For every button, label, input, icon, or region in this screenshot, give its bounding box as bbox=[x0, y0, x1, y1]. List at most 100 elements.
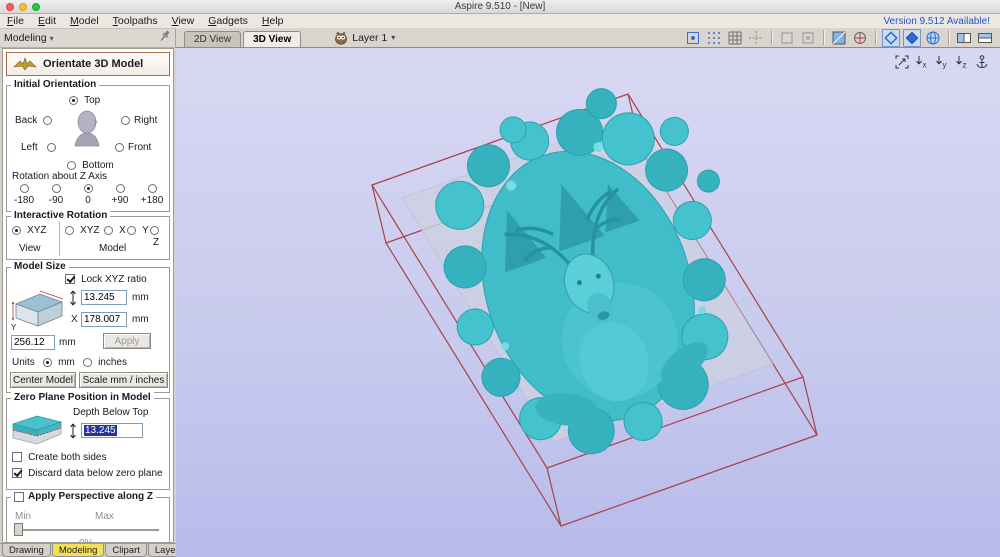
radio-orientation-left[interactable] bbox=[47, 143, 56, 152]
menu-edit[interactable]: Edit bbox=[31, 15, 63, 27]
svg-text:y: y bbox=[943, 61, 947, 70]
layer-selector-label: Layer 1 bbox=[352, 32, 387, 44]
zoom-extents-icon[interactable] bbox=[894, 54, 910, 70]
radio-orientation-front[interactable] bbox=[115, 143, 124, 152]
y-size-input[interactable] bbox=[11, 335, 55, 350]
tile-windows-horizontal-icon[interactable] bbox=[976, 29, 994, 47]
panel-bottom-tabs: Drawing Modeling Clipart Layers bbox=[0, 543, 176, 557]
snap-midpoint-icon[interactable] bbox=[778, 29, 796, 47]
zero-plane-diagram bbox=[10, 411, 64, 449]
tile-windows-vertical-icon[interactable] bbox=[955, 29, 973, 47]
tool-panel-strip: Modeling ▾ bbox=[0, 29, 176, 48]
tab-clipart[interactable]: Clipart bbox=[105, 544, 146, 557]
svg-text:Y: Y bbox=[11, 323, 17, 332]
tab-2d-view[interactable]: 2D View bbox=[184, 31, 241, 47]
menu-view[interactable]: View bbox=[165, 15, 202, 27]
toolbar-separator bbox=[823, 30, 824, 45]
radio-orientation-bottom[interactable] bbox=[67, 161, 76, 170]
tool-header: Orientate 3D Model bbox=[6, 52, 170, 76]
radio-rot-minus180[interactable] bbox=[20, 184, 29, 193]
radio-rotate-model-xyz[interactable] bbox=[65, 226, 74, 235]
orientate-model-icon bbox=[13, 56, 37, 72]
apply-perspective-checkbox[interactable] bbox=[14, 492, 24, 502]
menu-help[interactable]: Help bbox=[255, 15, 291, 27]
view-toolbar: 2D View 3D View Layer 1 ▾ bbox=[176, 28, 1000, 48]
radio-rot-plus90[interactable] bbox=[116, 184, 125, 193]
scale-mm-inches-button[interactable]: Scale mm / inches bbox=[79, 372, 168, 388]
create-both-sides-checkbox[interactable] bbox=[12, 452, 22, 462]
layer-selector[interactable]: Layer 1 ▾ bbox=[329, 29, 400, 47]
group-title: Zero Plane Position in Model bbox=[11, 392, 154, 403]
radio-rot-0[interactable] bbox=[84, 184, 93, 193]
3d-viewport[interactable]: x y z bbox=[176, 48, 1000, 557]
3d-scene bbox=[176, 48, 1000, 557]
toolbar-separator bbox=[771, 30, 772, 45]
zero-plane-group: Zero Plane Position in Model Depth Below… bbox=[6, 398, 170, 490]
world-icon[interactable] bbox=[924, 29, 942, 47]
radio-rotate-model-x[interactable] bbox=[104, 226, 113, 235]
version-update-link[interactable]: Version 9.512 Available! bbox=[883, 16, 1000, 27]
tab-3d-view[interactable]: 3D View bbox=[243, 31, 301, 47]
toggle-snapping-icon[interactable] bbox=[684, 29, 702, 47]
titlebar: Aspire 9.510 - [New] bbox=[0, 0, 1000, 14]
view-down-z-icon[interactable]: z bbox=[954, 54, 970, 70]
snap-intersection-icon[interactable] bbox=[799, 29, 817, 47]
owl-icon bbox=[334, 31, 348, 45]
menu-toolpaths[interactable]: Toolpaths bbox=[106, 15, 165, 27]
z-axis-arrow-icon bbox=[69, 290, 77, 306]
discard-below-zero-checkbox[interactable] bbox=[12, 468, 22, 478]
menubar: File Edit Model Toolpaths View Gadgets H… bbox=[0, 14, 1000, 29]
apply-button[interactable]: Apply bbox=[103, 333, 151, 349]
menu-file[interactable]: File bbox=[0, 15, 31, 27]
z-size-input[interactable] bbox=[81, 290, 127, 305]
radio-rotate-view-xyz[interactable] bbox=[12, 226, 21, 235]
shading-toggle-icon[interactable] bbox=[830, 29, 848, 47]
model-size-group: Model Size Lock XYZ ratio Y mm X mm bbox=[6, 267, 170, 393]
divider bbox=[59, 222, 60, 256]
radio-orientation-top[interactable] bbox=[69, 96, 78, 105]
view-down-x-icon[interactable]: x bbox=[914, 54, 930, 70]
window-title: Aspire 9.510 - [New] bbox=[0, 1, 1000, 12]
grid-icon[interactable] bbox=[726, 29, 744, 47]
origin-icon[interactable] bbox=[851, 29, 869, 47]
lock-xyz-checkbox[interactable] bbox=[65, 274, 75, 284]
radio-units-mm[interactable] bbox=[43, 358, 52, 367]
tab-modeling[interactable]: Modeling bbox=[52, 544, 105, 557]
viewport-view-buttons: x y z bbox=[894, 54, 990, 70]
center-model-button[interactable]: Center Model bbox=[10, 372, 76, 388]
toolbar-separator bbox=[875, 30, 876, 45]
pin-icon[interactable] bbox=[160, 30, 171, 46]
menu-gadgets[interactable]: Gadgets bbox=[201, 15, 255, 27]
initial-orientation-group: Initial Orientation Top Back Right Left … bbox=[6, 85, 170, 212]
tool-panel-label[interactable]: Modeling bbox=[4, 32, 47, 44]
wireframe-3d-icon[interactable] bbox=[882, 29, 900, 47]
radio-rot-minus90[interactable] bbox=[52, 184, 61, 193]
menu-model[interactable]: Model bbox=[63, 15, 106, 27]
radio-orientation-back[interactable] bbox=[43, 116, 52, 125]
radio-rotate-model-y[interactable] bbox=[127, 226, 136, 235]
x-size-input[interactable] bbox=[81, 312, 127, 327]
group-title: Apply Perspective along Z bbox=[11, 491, 156, 502]
layer-dropdown-arrow-icon: ▾ bbox=[391, 33, 395, 42]
tab-drawing[interactable]: Drawing bbox=[2, 544, 51, 557]
solid-3d-icon[interactable] bbox=[903, 29, 921, 47]
svg-text:x: x bbox=[923, 61, 927, 70]
anchor-icon[interactable] bbox=[974, 54, 990, 70]
radio-rotate-model-z[interactable] bbox=[150, 226, 159, 235]
snap-grid-icon[interactable] bbox=[705, 29, 723, 47]
perspective-slider-handle[interactable] bbox=[14, 523, 23, 536]
chevron-down-icon[interactable]: ▾ bbox=[50, 34, 54, 43]
group-title: Model Size bbox=[11, 261, 69, 272]
svg-text:z: z bbox=[963, 61, 967, 70]
radio-rot-plus180[interactable] bbox=[148, 184, 157, 193]
perspective-slider-track[interactable] bbox=[15, 529, 159, 531]
interactive-rotation-group: Interactive Rotation XYZ XYZ X Y Z bbox=[6, 216, 170, 260]
view-down-y-icon[interactable]: y bbox=[934, 54, 950, 70]
radio-orientation-right[interactable] bbox=[121, 116, 130, 125]
group-title: Initial Orientation bbox=[11, 79, 99, 90]
radio-units-inches[interactable] bbox=[83, 358, 92, 367]
app-window: Aspire 9.510 - [New] File Edit Model Too… bbox=[0, 0, 1000, 557]
orientation-head-image bbox=[65, 108, 109, 148]
guides-icon[interactable] bbox=[747, 29, 765, 47]
depth-below-top-input[interactable]: 13.245 bbox=[81, 423, 143, 438]
